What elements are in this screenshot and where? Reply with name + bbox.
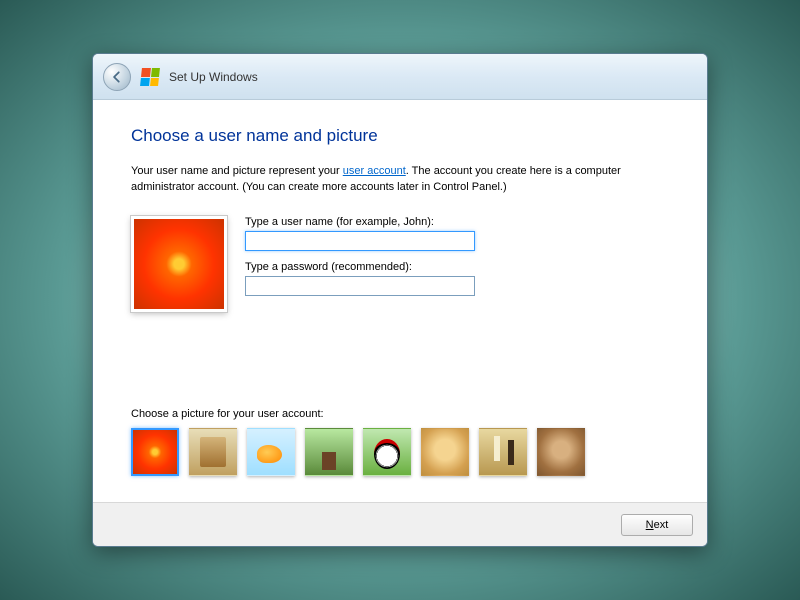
avatar-option-chess[interactable] [479, 428, 527, 476]
selected-avatar-preview [131, 216, 227, 312]
desc-pre: Your user name and picture represent you… [131, 165, 343, 177]
next-button[interactable]: Next [621, 514, 693, 536]
avatar-option-fish[interactable] [247, 428, 295, 476]
user-account-link[interactable]: user account [343, 165, 406, 177]
avatar-option-kitten[interactable] [537, 428, 585, 476]
page-heading: Choose a user name and picture [131, 126, 669, 146]
username-label: Type a user name (for example, John): [245, 216, 669, 228]
arrow-left-icon [110, 70, 124, 84]
avatar-option-flower[interactable] [131, 428, 179, 476]
form-row: Type a user name (for example, John): Ty… [131, 216, 669, 312]
input-fields: Type a user name (for example, John): Ty… [245, 216, 669, 312]
avatar-option-bonsai[interactable] [305, 428, 353, 476]
password-input[interactable] [245, 276, 475, 296]
avatar-option-soccer[interactable] [363, 428, 411, 476]
footer-bar: Next [93, 502, 707, 546]
page-description: Your user name and picture represent you… [131, 164, 651, 196]
header-bar: Set Up Windows [93, 54, 707, 100]
avatar-option-robot[interactable] [189, 428, 237, 476]
choose-picture-label: Choose a picture for your user account: [131, 408, 669, 420]
windows-logo-icon [140, 68, 160, 86]
avatar-option-puppy[interactable] [421, 428, 469, 476]
username-input[interactable] [245, 231, 475, 251]
content-area: Choose a user name and picture Your user… [93, 100, 707, 502]
header-title: Set Up Windows [169, 70, 258, 84]
wizard-window: Set Up Windows Choose a user name and pi… [92, 53, 708, 547]
avatar-thumbnail-row [131, 428, 669, 476]
password-label: Type a password (recommended): [245, 261, 669, 273]
back-button[interactable] [103, 63, 131, 91]
